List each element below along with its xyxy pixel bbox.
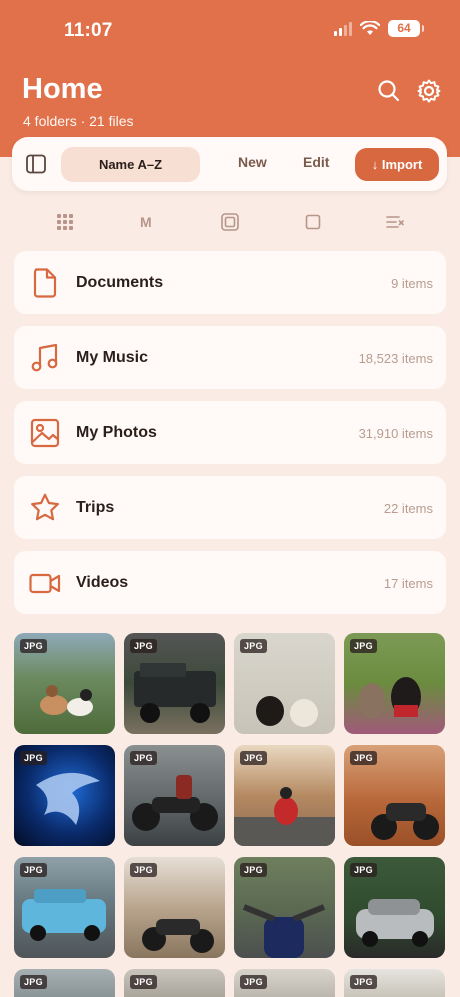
edit-button[interactable]: Edit [303, 154, 329, 170]
file-tile[interactable]: JPG [344, 745, 445, 846]
file-tile[interactable]: JPG [344, 857, 445, 958]
list-view-icon[interactable] [386, 213, 404, 231]
folder-row-my-music[interactable]: My Music 18,523 items [14, 326, 446, 389]
file-type-badge: JPG [240, 975, 267, 989]
file-type-badge: JPG [20, 639, 47, 653]
import-button[interactable]: ↓ Import [355, 148, 439, 181]
folder-row-my-photos[interactable]: My Photos 31,910 items [14, 401, 446, 464]
folder-name: Videos [76, 574, 129, 591]
folder-row-documents[interactable]: Documents 9 items [14, 251, 446, 314]
file-tile[interactable]: JPG [124, 633, 225, 734]
file-type-badge: JPG [130, 751, 157, 765]
file-tile[interactable]: JPG [234, 857, 335, 958]
star-icon [31, 493, 59, 521]
file-tile[interactable]: JPG [14, 745, 115, 846]
file-type-badge: JPG [130, 863, 157, 877]
file-tile[interactable]: JPG [124, 969, 225, 997]
page-subtitle: 4 folders · 21 files [23, 113, 134, 129]
folder-name: Documents [76, 274, 164, 291]
grid-view-icon[interactable] [56, 213, 74, 231]
battery-icon: 64 [388, 20, 424, 37]
file-tile[interactable]: JPG [234, 969, 335, 997]
file-tile[interactable]: JPG [344, 969, 445, 997]
status-indicators: 64 [334, 20, 424, 37]
folder-row-videos[interactable]: Videos 17 items [14, 551, 446, 614]
file-type-badge: JPG [130, 639, 157, 653]
file-type-badge: JPG [20, 863, 47, 877]
file-tile[interactable]: JPG [234, 633, 335, 734]
folder-count: 31,910 items [358, 426, 433, 441]
video-camera-icon [29, 573, 61, 594]
file-tile[interactable]: JPG [14, 633, 115, 734]
file-tile[interactable]: JPG [14, 969, 115, 997]
folder-count: 9 items [391, 276, 433, 291]
cellular-signal-icon [334, 21, 352, 36]
photo-icon [30, 418, 60, 448]
page-title: Home [22, 73, 103, 105]
file-type-badge: JPG [240, 863, 267, 877]
folder-count: 17 items [383, 576, 433, 591]
folder-count: 18,523 items [358, 351, 433, 366]
wifi-icon [360, 21, 380, 35]
large-view-icon[interactable] [221, 213, 239, 231]
file-type-badge: JPG [350, 639, 377, 653]
status-time: 11:07 [64, 20, 113, 41]
file-tile[interactable]: JPG [124, 745, 225, 846]
folder-name: My Photos [76, 424, 157, 441]
file-type-badge: JPG [240, 639, 267, 653]
file-type-badge: JPG [130, 975, 157, 989]
file-tile[interactable]: JPG [124, 857, 225, 958]
single-view-icon[interactable] [304, 213, 322, 231]
action-toolbar: Name A–Z New Edit ↓ Import [12, 137, 447, 191]
file-type-badge: JPG [240, 751, 267, 765]
folder-name: My Music [76, 349, 149, 366]
document-icon [33, 268, 57, 298]
search-icon[interactable] [376, 78, 402, 104]
folder-row-trips[interactable]: Trips 22 items [14, 476, 446, 539]
file-tile[interactable]: JPG [14, 857, 115, 958]
file-tile[interactable]: JPG [234, 745, 335, 846]
file-type-badge: JPG [20, 751, 47, 765]
file-type-badge: JPG [20, 975, 47, 989]
folder-count: 22 items [383, 501, 433, 516]
new-button[interactable]: New [238, 154, 267, 170]
sort-button[interactable]: Name A–Z [61, 147, 200, 182]
sidebar-toggle-icon[interactable] [25, 153, 47, 175]
file-type-badge: JPG [350, 863, 377, 877]
header-bar: 11:07 64 Home 4 folders · 21 files [0, 0, 460, 157]
gear-icon[interactable] [416, 78, 442, 104]
folder-name: Trips [76, 499, 115, 516]
file-tile[interactable]: JPG [344, 633, 445, 734]
file-type-badge: JPG [350, 751, 377, 765]
medium-view-button[interactable]: M [140, 214, 152, 230]
file-type-badge: JPG [350, 975, 377, 989]
music-note-icon [31, 343, 58, 372]
